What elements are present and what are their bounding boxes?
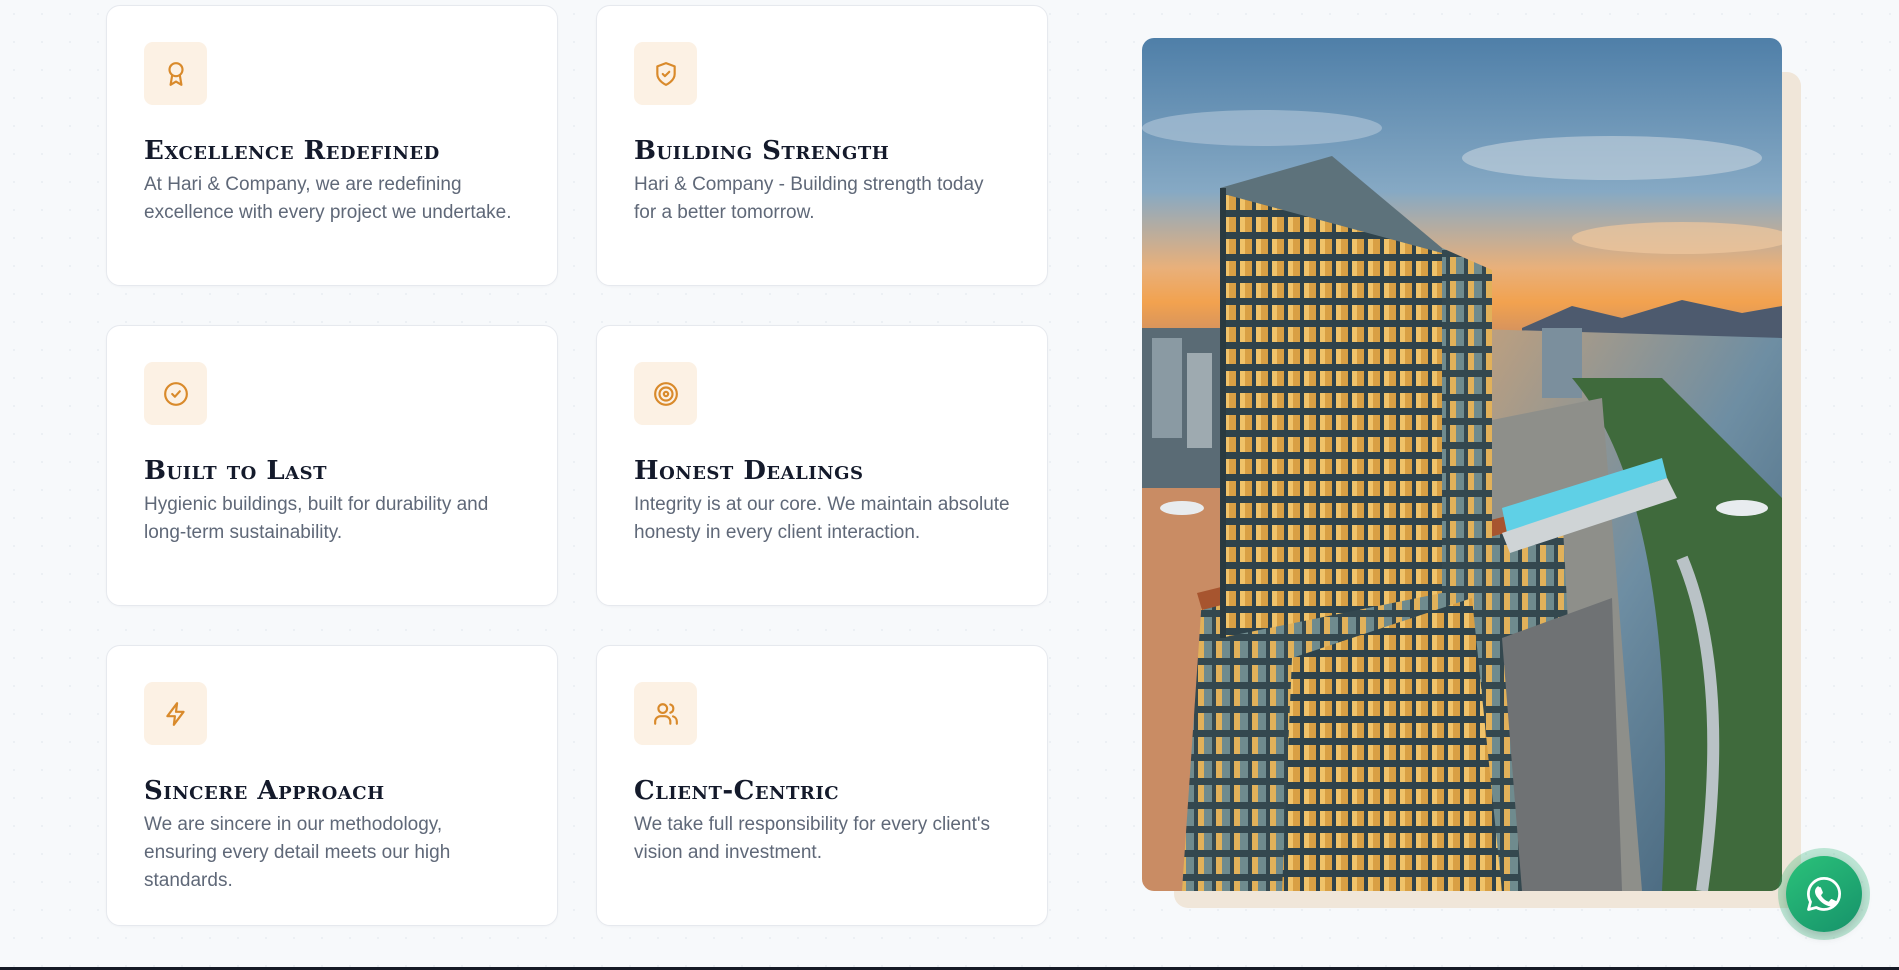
target-icon (653, 381, 678, 406)
feature-icon-box (634, 362, 697, 425)
feature-description: Hygienic buildings, built for durability… (144, 494, 489, 543)
users-icon (653, 702, 678, 725)
feature-title: Client-Centric (634, 776, 840, 806)
feature-grid: Excellence Redefined At Hari & Company, … (106, 5, 1048, 926)
feature-description: Integrity is at our core. We maintain ab… (634, 494, 1010, 543)
circle-check-icon (163, 381, 188, 406)
building-photo (1142, 38, 1782, 891)
feature-title: Honest Dealings (634, 456, 864, 486)
feature-description: We are sincere in our methodology, ensur… (144, 814, 451, 891)
feature-title: Built to Last (144, 456, 327, 486)
whatsapp-icon (1807, 877, 1841, 911)
feature-description: Hari & Company - Building strength today… (634, 174, 984, 223)
feature-description: At Hari & Company, we are redefining exc… (144, 174, 512, 223)
lightning-bolt-icon (165, 701, 185, 726)
feature-title: Building Strength (634, 136, 890, 166)
feature-icon-box (144, 362, 207, 425)
feature-title: Sincere Approach (144, 776, 385, 806)
whatsapp-button[interactable] (1786, 856, 1862, 932)
feature-card-built-to-last: Built to Last Hygienic buildings, built … (106, 325, 558, 606)
feature-description: We take full responsibility for every cl… (634, 814, 990, 863)
award-ribbon-icon (167, 61, 184, 86)
feature-card-strength: Building Strength Hari & Company - Build… (596, 5, 1048, 286)
feature-title: Excellence Redefined (144, 136, 440, 166)
shield-check-icon (655, 61, 676, 86)
feature-icon-box (144, 42, 207, 105)
feature-card-excellence: Excellence Redefined At Hari & Company, … (106, 5, 558, 286)
feature-icon-box (634, 682, 697, 745)
feature-card-sincere: Sincere Approach We are sincere in our m… (106, 645, 558, 926)
feature-card-client-centric: Client-Centric We take full responsibili… (596, 645, 1048, 926)
feature-icon-box (634, 42, 697, 105)
feature-icon-box (144, 682, 207, 745)
whatsapp-button-ring (1778, 848, 1870, 940)
feature-card-honest: Honest Dealings Integrity is at our core… (596, 325, 1048, 606)
